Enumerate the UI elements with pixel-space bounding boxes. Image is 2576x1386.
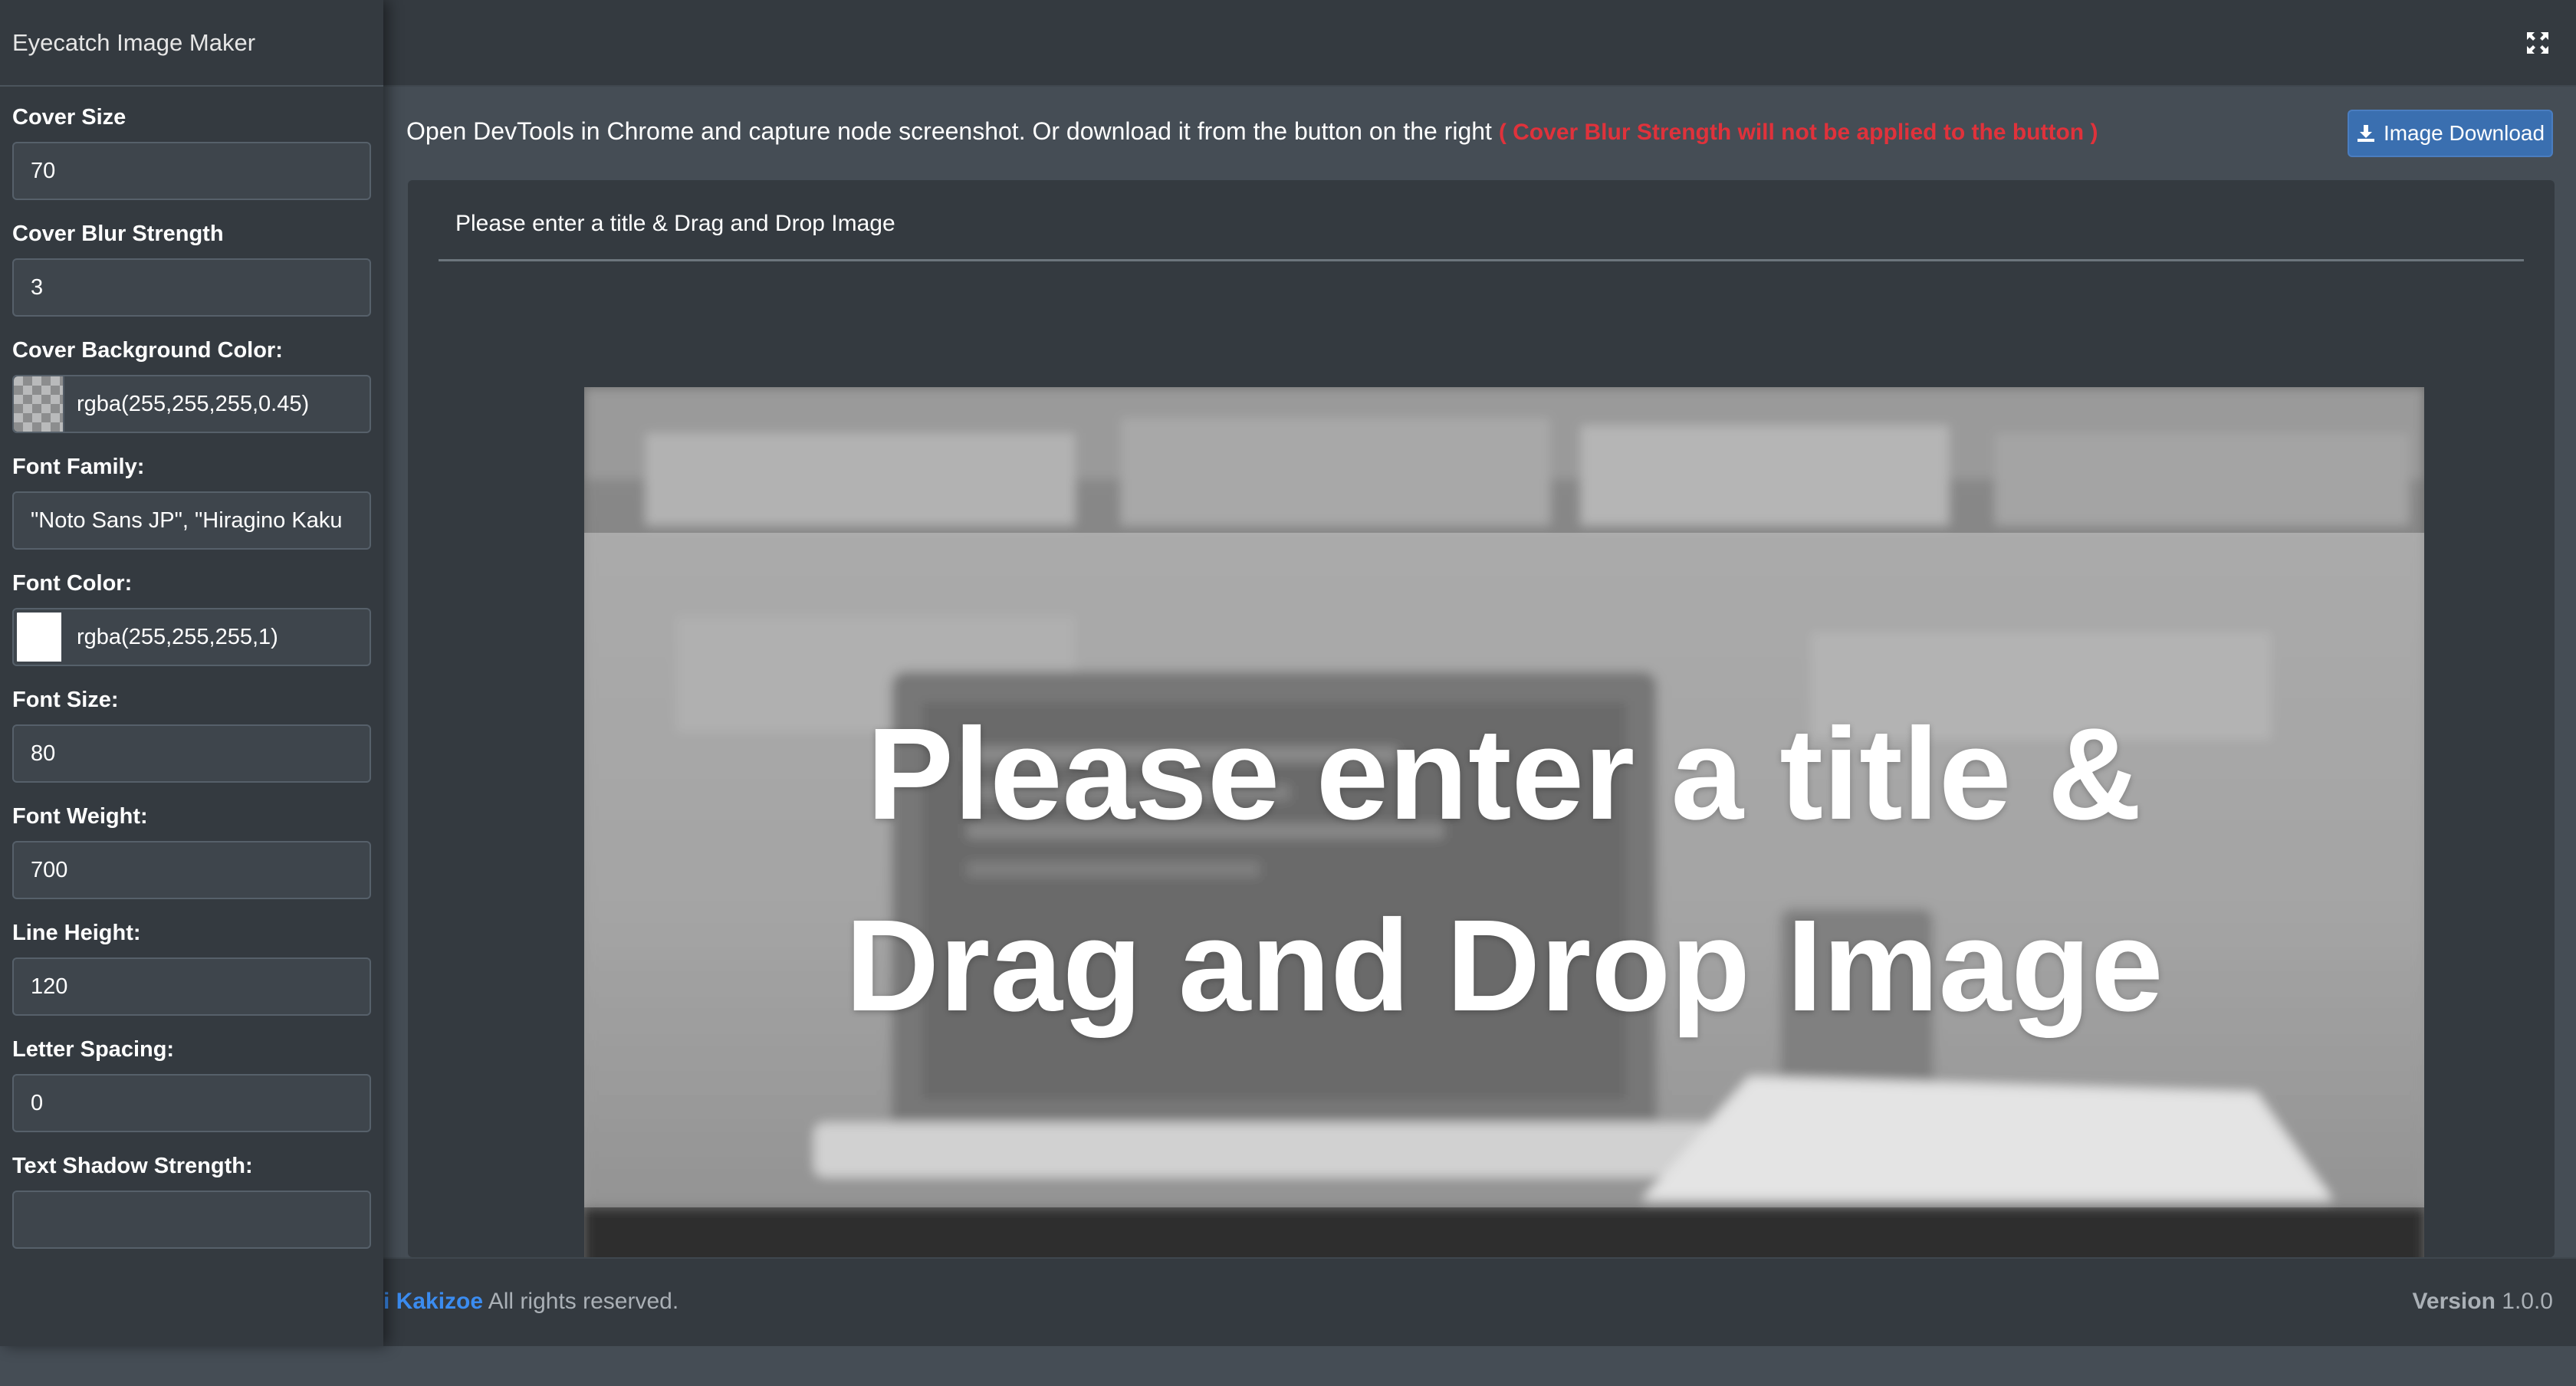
settings-form: Cover Size 70 Cover Blur Strength 3 Cove… (0, 103, 383, 1249)
font-weight-input[interactable]: 700 (12, 841, 371, 899)
title-cover: Please enter a title & Drag and Drop Ima… (584, 533, 2424, 1207)
font-family-input[interactable]: "Noto Sans JP", "Hiragino Kaku (12, 491, 371, 550)
font-family-label: Font Family: (12, 455, 145, 479)
cover-bg-color-input[interactable]: rgba(255,255,255,0.45) (12, 375, 371, 433)
info-text: Open DevTools in Chrome and capture node… (406, 117, 1492, 145)
editor-card: Please enter a title & Drag and Drop Ima… (408, 180, 2555, 1345)
font-size-label: Font Size: (12, 688, 119, 712)
expand-arrows-icon (2527, 32, 2548, 54)
download-icon (2357, 125, 2374, 142)
cover-size-label: Cover Size (12, 105, 127, 130)
cover-blur-label: Cover Blur Strength (12, 222, 224, 246)
cover-title-text: Please enter a title & Drag and Drop Ima… (845, 701, 2164, 1039)
title-input[interactable]: Please enter a title & Drag and Drop Ima… (439, 203, 2524, 261)
info-warning: ( Cover Blur Strength will not be applie… (1498, 120, 2098, 145)
brand-title: Eyecatch Image Maker (0, 0, 383, 87)
fullscreen-button[interactable] (2521, 26, 2555, 60)
info-bar: Open DevTools in Chrome and capture node… (406, 114, 2098, 148)
main-content: Open DevTools in Chrome and capture node… (383, 87, 2576, 1345)
line-height-label: Line Height: (12, 921, 141, 945)
sidebar: Eyecatch Image Maker Cover Size 70 Cover… (0, 0, 383, 1346)
letter-spacing-input[interactable]: 0 (12, 1074, 371, 1132)
app-root: Eyecatch Image Maker Cover Size 70 Cover… (0, 0, 2576, 1386)
font-size-input[interactable]: 80 (12, 724, 371, 783)
version-value: 1.0.0 (2502, 1289, 2553, 1314)
line-height-input[interactable]: 120 (12, 957, 371, 1016)
footer: i Kakizoe All rights reserved. Version 1… (383, 1257, 2576, 1346)
font-color-input[interactable]: rgba(255,255,255,1) (12, 608, 371, 666)
cover-size-input[interactable]: 70 (12, 142, 371, 200)
cover-bg-color-label: Cover Background Color: (12, 338, 283, 363)
font-color-label: Font Color: (12, 571, 133, 596)
font-color-value: rgba(255,255,255,1) (77, 625, 278, 649)
version-label: Version (2412, 1289, 2496, 1314)
letter-spacing-label: Letter Spacing: (12, 1037, 175, 1062)
image-drop-zone[interactable]: Please enter a title & Drag and Drop Ima… (584, 387, 2424, 1345)
text-shadow-label: Text Shadow Strength: (12, 1154, 253, 1178)
rights-text: All rights reserved. (488, 1289, 679, 1314)
author-link[interactable]: i Kakizoe (383, 1289, 483, 1314)
color-swatch[interactable] (14, 376, 64, 432)
cover-blur-input[interactable]: 3 (12, 258, 371, 317)
version-info: Version 1.0.0 (2413, 1259, 2553, 1345)
image-download-label: Image Download (2383, 121, 2545, 145)
font-weight-label: Font Weight: (12, 804, 148, 829)
footer-copyright: i Kakizoe All rights reserved. (383, 1259, 678, 1345)
color-swatch[interactable] (14, 609, 64, 665)
top-navbar (383, 0, 2576, 87)
text-shadow-input[interactable] (12, 1191, 371, 1249)
image-download-button[interactable]: Image Download (2348, 110, 2553, 157)
cover-bg-color-value: rgba(255,255,255,0.45) (77, 392, 310, 416)
